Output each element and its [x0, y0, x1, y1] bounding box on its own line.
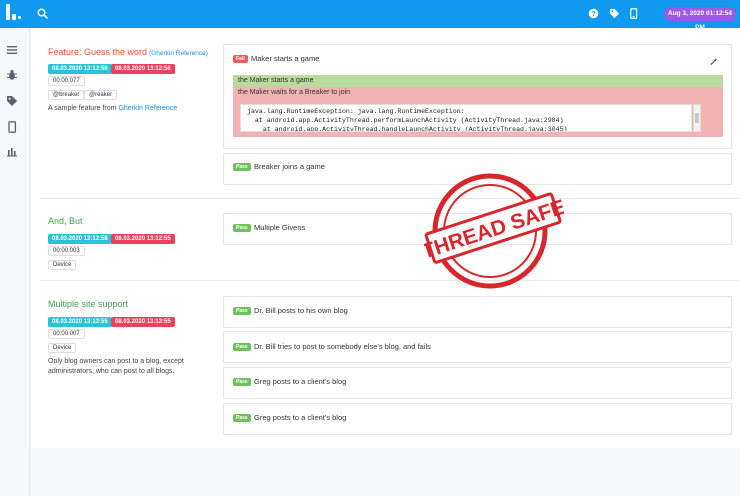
device-icon[interactable]: [628, 8, 639, 19]
status-badge: Pass: [233, 414, 251, 422]
status-badge: Fail: [233, 55, 248, 63]
scenario-title[interactable]: Dr. Bill tries to post to somebody else'…: [254, 342, 431, 351]
stack-trace-scrollbar[interactable]: [693, 104, 701, 132]
end-time-badge: 08.03.2020 13:12:56: [111, 64, 175, 74]
top-bar: ? Aug 3, 2020 01:12:54 PM: [0, 0, 740, 31]
scenario-title[interactable]: Breaker joins a game: [254, 162, 325, 171]
bug-icon[interactable]: [6, 69, 18, 81]
sidebar: [0, 28, 30, 496]
list-icon[interactable]: [6, 44, 18, 56]
feature-description: Only blog owners can post to a blog, exc…: [48, 358, 184, 375]
feature-divider: [40, 280, 740, 281]
feature-title[interactable]: Multiple site support: [48, 299, 128, 309]
status-badge: Pass: [233, 307, 251, 315]
scenario-title[interactable]: Greg posts to a client's blog: [254, 377, 346, 386]
device-icon[interactable]: [6, 121, 18, 133]
duration-chip: 00:00.077: [48, 76, 85, 86]
svg-text:?: ?: [591, 11, 595, 18]
step-row-fail: the Maker waits for a Breaker to join ja…: [233, 87, 723, 137]
start-time-badge: 08.03.2020 13:12:56: [48, 64, 112, 74]
device-chip[interactable]: Device: [48, 343, 77, 353]
end-time-badge: 08.03.2020 13:12:55: [111, 234, 175, 244]
duration-chip: 00:00.003: [48, 246, 85, 256]
step-row-pass: the Maker starts a game: [233, 75, 723, 87]
thread-safe-stamp: THREAD SAFE: [424, 173, 564, 289]
app-logo[interactable]: [6, 4, 22, 22]
gherkin-reference-link[interactable]: Gherkin Reference: [118, 105, 177, 112]
scenario-title[interactable]: Multiple Givens: [254, 223, 305, 232]
help-icon[interactable]: ?: [588, 8, 599, 19]
search-icon[interactable]: [37, 8, 48, 19]
feature-title[interactable]: Feature: Guess the word (Gherkin Referenc…: [48, 47, 208, 57]
tag-chip[interactable]: @reaker: [84, 90, 118, 100]
start-time-badge: 08.03.2020 13:12:55: [48, 317, 112, 327]
status-badge: Pass: [233, 224, 251, 232]
tag-chip[interactable]: @breaker: [48, 90, 85, 100]
scenario-title[interactable]: Maker starts a game: [251, 54, 319, 63]
stack-trace[interactable]: java.lang.RuntimeException: java.lang.Ru…: [240, 104, 692, 132]
magic-wand-icon[interactable]: [709, 57, 718, 66]
tag-icon[interactable]: [609, 8, 620, 19]
feature-description: A sample feature from Gherkin Reference: [48, 105, 178, 112]
report-date-badge: Aug 3, 2020 01:12:54 PM: [664, 7, 736, 31]
status-badge: Pass: [233, 343, 251, 351]
status-badge: Pass: [233, 378, 251, 386]
scenario-title[interactable]: Greg posts to a client's blog: [254, 413, 346, 422]
status-badge: Pass: [233, 163, 251, 171]
scenario-title[interactable]: Dr. Bill posts to his own blog: [254, 306, 348, 315]
scrollbar-thumb[interactable]: [695, 113, 699, 123]
chart-icon[interactable]: [6, 145, 18, 157]
feature-divider: [40, 198, 740, 199]
feature-title[interactable]: And, But: [48, 216, 83, 226]
end-time-badge: 08.03.2020 13:12:55: [111, 317, 175, 327]
step-text: the Maker waits for a Breaker to join: [238, 89, 351, 96]
gherkin-reference-link[interactable]: (Gherkin Reference): [149, 50, 208, 57]
start-time-badge: 08.03.2020 13:12:58: [48, 234, 112, 244]
tag-icon[interactable]: [6, 95, 18, 107]
duration-chip: 00:00.007: [48, 329, 85, 339]
device-chip[interactable]: Device: [48, 260, 77, 270]
